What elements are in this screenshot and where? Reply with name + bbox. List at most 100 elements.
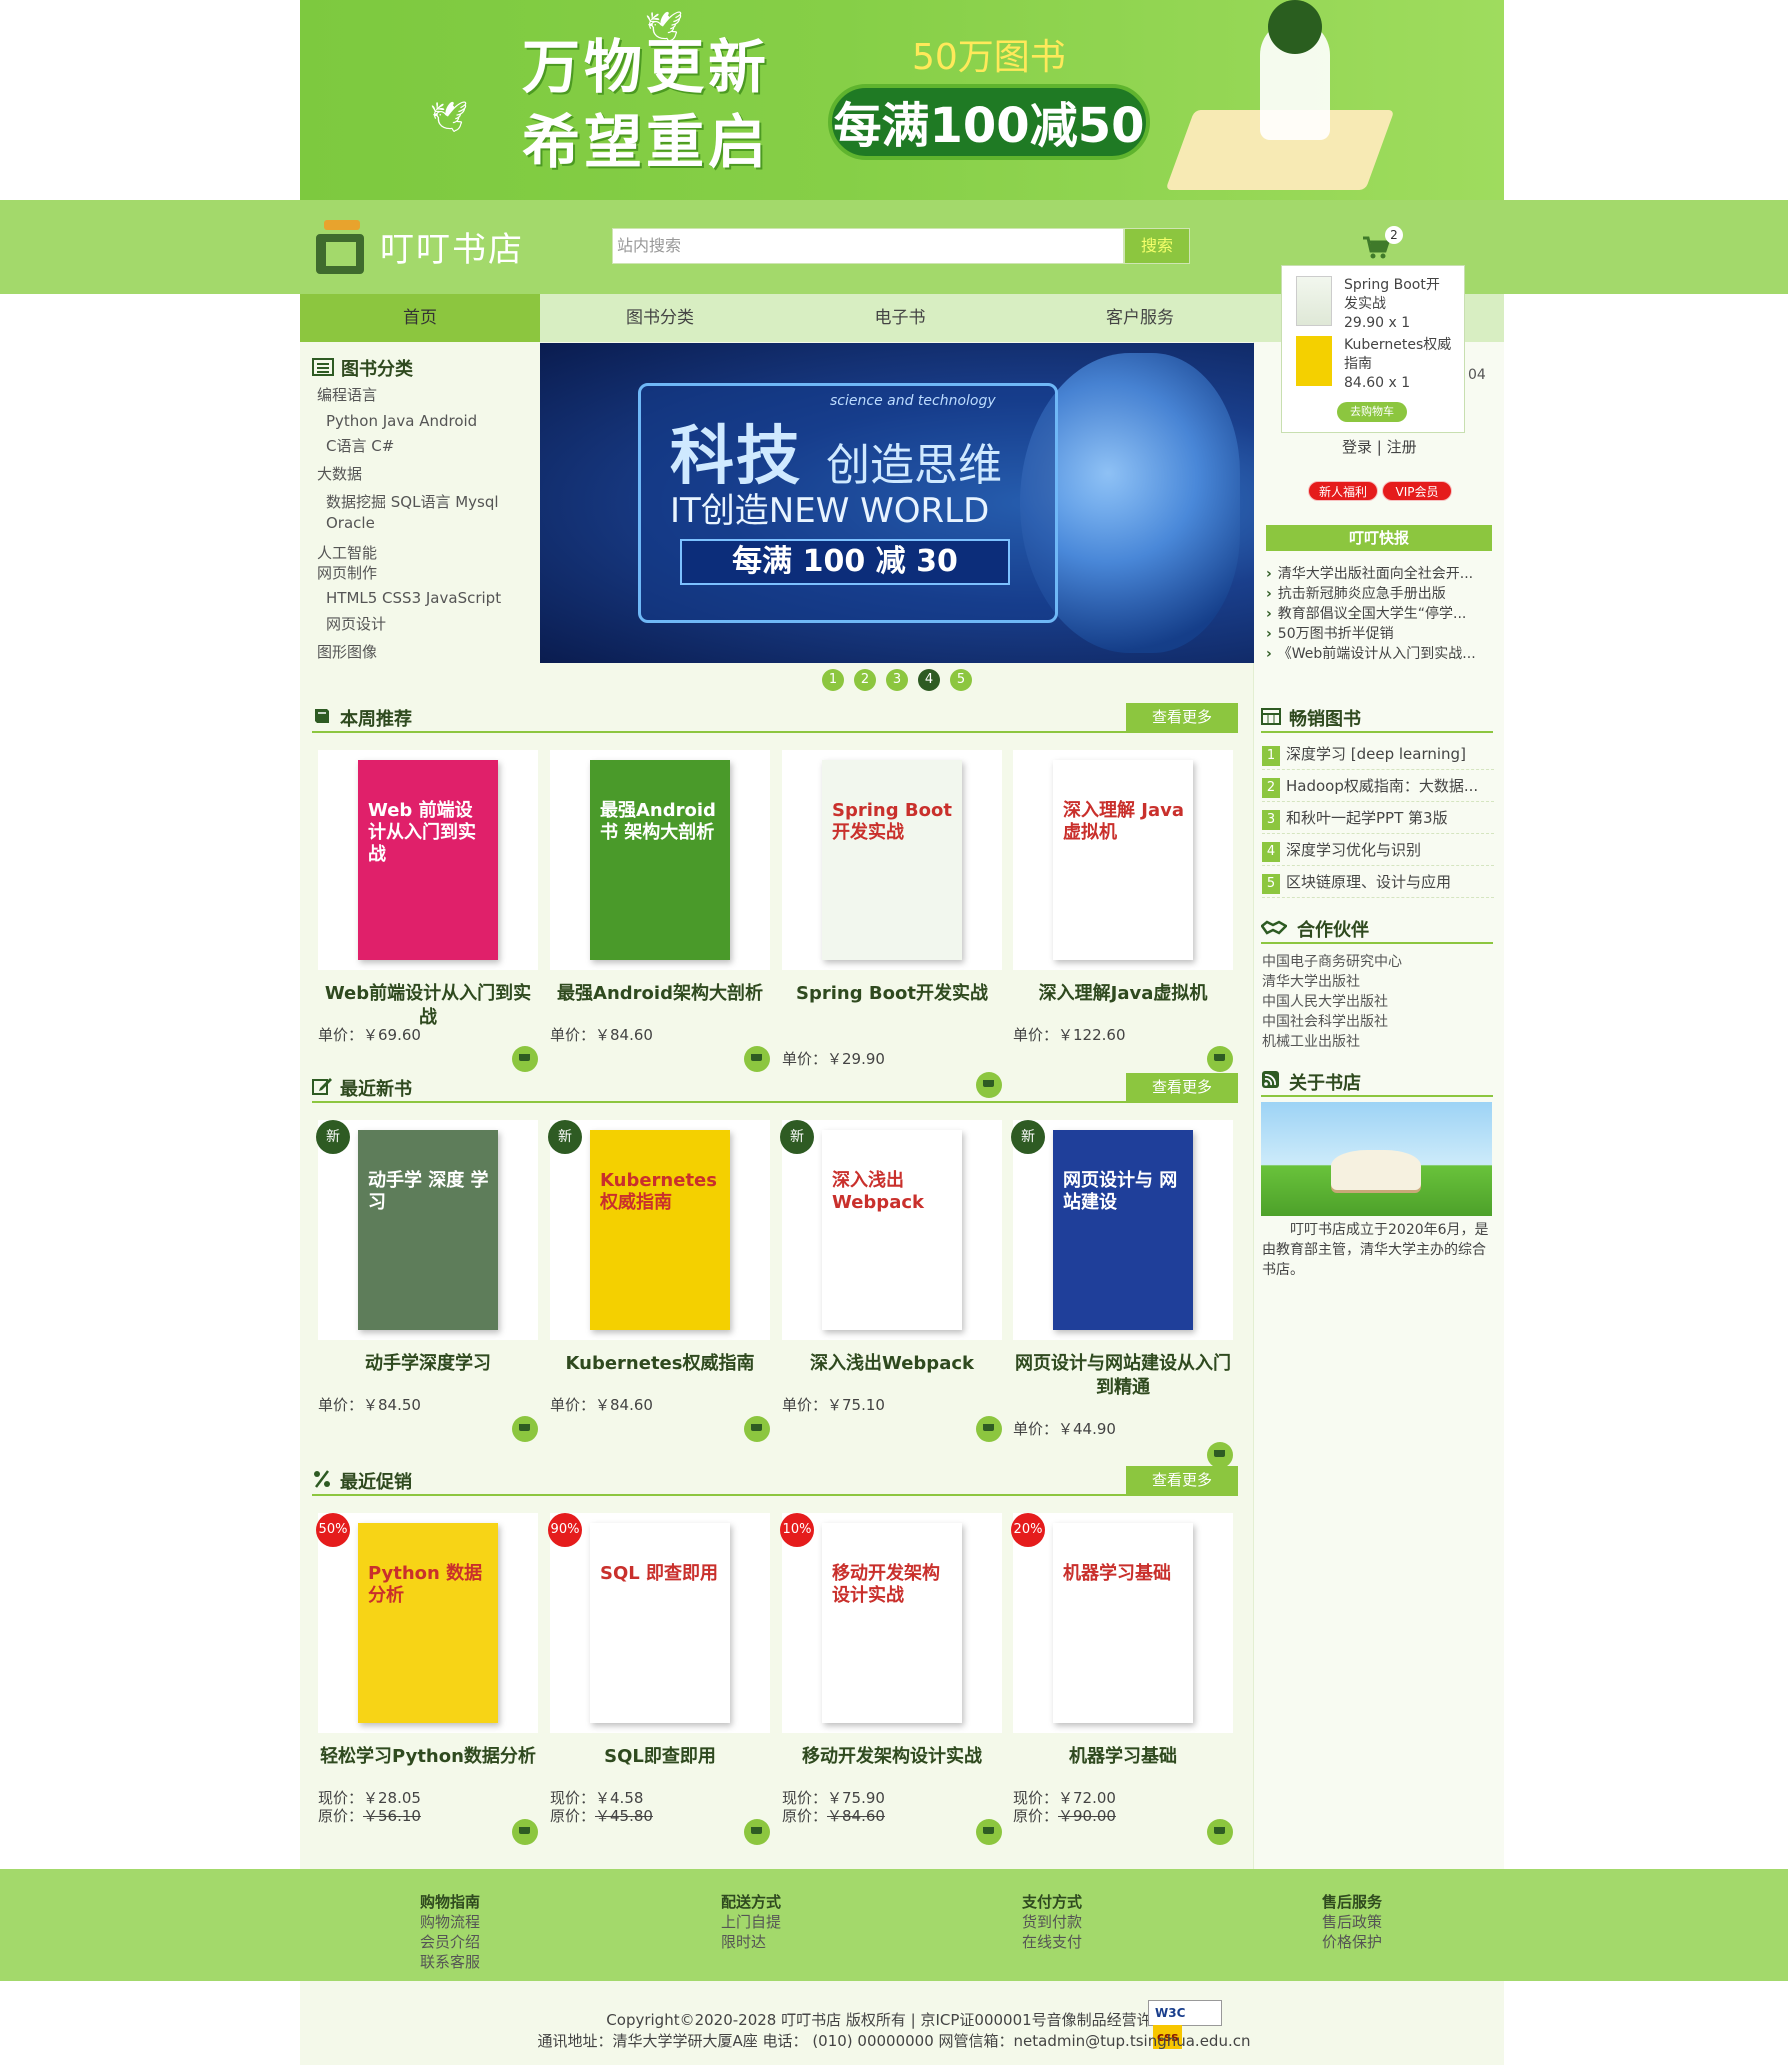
book-title[interactable]: 深入浅出Webpack [782, 1352, 1002, 1376]
nav-ebooks[interactable]: 电子书 [780, 294, 1020, 342]
add-to-cart-icon[interactable] [976, 1416, 1002, 1442]
bestseller-item[interactable]: 5 区块链原理、设计与应用 [1262, 870, 1494, 898]
partner-item[interactable]: 清华大学出版社 [1262, 971, 1360, 991]
book-cover[interactable]: 深入理解 Java 虚拟机 [1013, 750, 1233, 970]
partner-item[interactable]: 中国电子商务研究中心 [1262, 951, 1402, 971]
footer-link[interactable]: 售后政策 [1322, 1912, 1382, 1932]
bestseller-item[interactable]: 3 和秋叶一起学PPT 第3版 [1262, 806, 1494, 834]
book-cover[interactable]: 深入浅出 Webpack [782, 1120, 1002, 1340]
book-title[interactable]: SQL即查即用 [550, 1745, 770, 1769]
register-link[interactable]: 注册 [1387, 438, 1417, 456]
footer-link[interactable]: 在线支付 [1022, 1932, 1082, 1952]
book-title[interactable]: 网页设计与网站建设从入门到精通 [1013, 1352, 1233, 1400]
weekly-more-button[interactable]: 查看更多 [1126, 703, 1238, 731]
news-item[interactable]: 抗击新冠肺炎应急手册出版 [1266, 583, 1446, 603]
category-group-programming[interactable]: 编程语言 [317, 384, 377, 405]
footer-link[interactable]: 购物流程 [420, 1912, 480, 1932]
category-links[interactable]: C语言 C# [326, 435, 394, 456]
news-item[interactable]: 50万图书折半促销 [1266, 623, 1394, 643]
w3c-css-badge[interactable]: W3Ccss [1148, 2000, 1222, 2049]
book-cover[interactable]: Python 数据分析 [318, 1513, 538, 1733]
book-title[interactable]: Web前端设计从入门到实战 [318, 982, 538, 1030]
carousel-dot[interactable]: 4 [918, 669, 940, 691]
footer-link[interactable]: 会员介绍 [420, 1932, 480, 1952]
category-group-web[interactable]: 网页制作 [317, 562, 377, 583]
logo-icon[interactable] [316, 220, 366, 274]
rss-icon [1262, 1071, 1279, 1088]
bestseller-item[interactable]: 2 Hadoop权威指南：大数据... [1262, 774, 1494, 802]
go-to-cart-button[interactable]: 去购物车 [1337, 402, 1407, 422]
nav-categories[interactable]: 图书分类 [540, 294, 780, 342]
bestseller-item[interactable]: 1 深度学习 [deep learning] [1262, 742, 1494, 770]
category-links[interactable]: 数据挖掘 SQL语言 Mysql [326, 491, 499, 512]
new-user-button[interactable]: 新人福利 [1308, 481, 1378, 501]
add-to-cart-icon[interactable] [1207, 1442, 1233, 1468]
book-cover[interactable]: 最强Android书 架构大剖析 [550, 750, 770, 970]
add-to-cart-icon[interactable] [512, 1416, 538, 1442]
search-input[interactable]: 站内搜索 [612, 228, 1124, 264]
book-title[interactable]: 移动开发架构设计实战 [782, 1745, 1002, 1769]
book-title[interactable]: 轻松学习Python数据分析 [318, 1745, 538, 1769]
footer-link[interactable]: 货到付款 [1022, 1912, 1082, 1932]
book-cover[interactable]: 移动开发架构设计实战 [782, 1513, 1002, 1733]
add-to-cart-icon[interactable] [744, 1819, 770, 1845]
footer-link[interactable]: 价格保护 [1322, 1932, 1382, 1952]
news-item[interactable]: 《Web前端设计从入门到实战... [1266, 643, 1476, 663]
news-item[interactable]: 清华大学出版社面向全社会开... [1266, 563, 1473, 583]
partner-item[interactable]: 中国人民大学出版社 [1262, 991, 1388, 1011]
carousel-dot[interactable]: 1 [822, 669, 844, 691]
footer-column: 支付方式 货到付款 在线支付 [1022, 1892, 1082, 1952]
add-to-cart-icon[interactable] [512, 1046, 538, 1072]
carousel-dot[interactable]: 5 [950, 669, 972, 691]
add-to-cart-icon[interactable] [744, 1046, 770, 1072]
category-links[interactable]: Oracle [326, 514, 375, 532]
top-banner[interactable]: 🕊 🕊 万物更新 希望重启 50万图书 每满100减50 [300, 0, 1504, 200]
news-item[interactable]: 教育部倡议全国大学生“停学... [1266, 603, 1467, 623]
nav-customer-service[interactable]: 客户服务 [1020, 294, 1260, 342]
add-to-cart-icon[interactable] [512, 1819, 538, 1845]
partner-item[interactable]: 中国社会科学出版社 [1262, 1011, 1388, 1031]
book-title[interactable]: 深入理解Java虚拟机 [1013, 982, 1233, 1006]
category-links[interactable]: HTML5 CSS3 JavaScript [326, 589, 501, 607]
about-image [1261, 1102, 1492, 1216]
vip-button[interactable]: VIP会员 [1382, 481, 1452, 501]
book-price: 单价：￥29.90 [782, 1048, 885, 1069]
carousel-dot[interactable]: 2 [854, 669, 876, 691]
sale-more-button[interactable]: 查看更多 [1126, 1466, 1238, 1494]
category-group-ai[interactable]: 人工智能 [317, 542, 377, 563]
add-to-cart-icon[interactable] [1207, 1819, 1233, 1845]
shop-name[interactable]: 叮叮书店 [380, 222, 524, 271]
add-to-cart-icon[interactable] [1207, 1046, 1233, 1072]
book-cover[interactable]: Web 前端设计从入门到实战 [318, 750, 538, 970]
category-links[interactable]: Python Java Android [326, 412, 477, 430]
book-title[interactable]: Kubernetes权威指南 [550, 1352, 770, 1376]
book-cover[interactable]: 机器学习基础 [1013, 1513, 1233, 1733]
book-cover[interactable]: Spring Boot 开发实战 [782, 750, 1002, 970]
footer-link[interactable]: 限时达 [721, 1932, 781, 1952]
price-label: 原价： [318, 1807, 364, 1825]
book-cover[interactable]: 网页设计与 网站建设 [1013, 1120, 1233, 1340]
book-title[interactable]: 最强Android架构大剖析 [550, 982, 770, 1006]
copyright: Copyright©2020-2028 叮叮书店 版权所有 | 京ICP证000… [0, 2009, 1788, 2030]
new-more-button[interactable]: 查看更多 [1126, 1073, 1238, 1101]
book-title[interactable]: 机器学习基础 [1013, 1745, 1233, 1769]
book-cover[interactable]: 动手学 深度 学习 [318, 1120, 538, 1340]
carousel-dot[interactable]: 3 [886, 669, 908, 691]
bestseller-item[interactable]: 4 深度学习优化与识别 [1262, 838, 1494, 866]
footer-link[interactable]: 联系客服 [420, 1952, 480, 1972]
search-button[interactable]: 搜索 [1124, 228, 1190, 264]
category-group-bigdata[interactable]: 大数据 [317, 463, 362, 484]
book-title[interactable]: Spring Boot开发实战 [782, 982, 1002, 1006]
book-title[interactable]: 动手学深度学习 [318, 1352, 538, 1376]
login-link[interactable]: 登录 [1342, 438, 1372, 456]
book-cover[interactable]: Kubernetes 权威指南 [550, 1120, 770, 1340]
partner-item[interactable]: 机械工业出版社 [1262, 1031, 1360, 1051]
carousel-slide[interactable]: science and technology 科技 创造思维 IT创造NEW W… [540, 343, 1254, 663]
add-to-cart-icon[interactable] [744, 1416, 770, 1442]
category-links[interactable]: 网页设计 [326, 613, 386, 634]
book-cover[interactable]: SQL 即查即用 [550, 1513, 770, 1733]
nav-home[interactable]: 首页 [300, 294, 540, 342]
add-to-cart-icon[interactable] [976, 1819, 1002, 1845]
footer-link[interactable]: 上门自提 [721, 1912, 781, 1932]
category-group-graphics[interactable]: 图形图像 [317, 641, 377, 662]
